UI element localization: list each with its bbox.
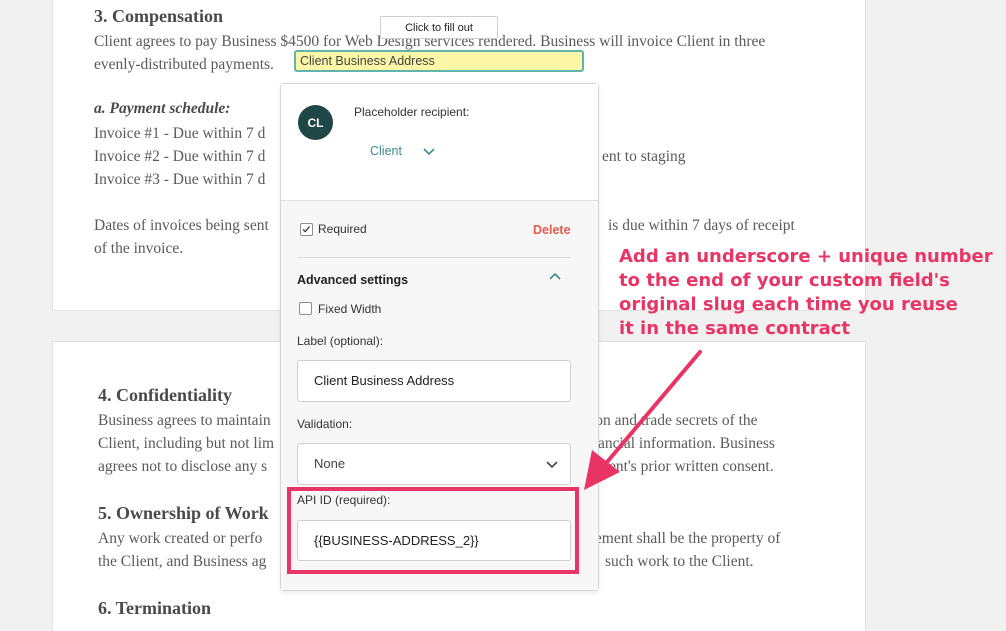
annotation-arrow [584, 350, 702, 490]
